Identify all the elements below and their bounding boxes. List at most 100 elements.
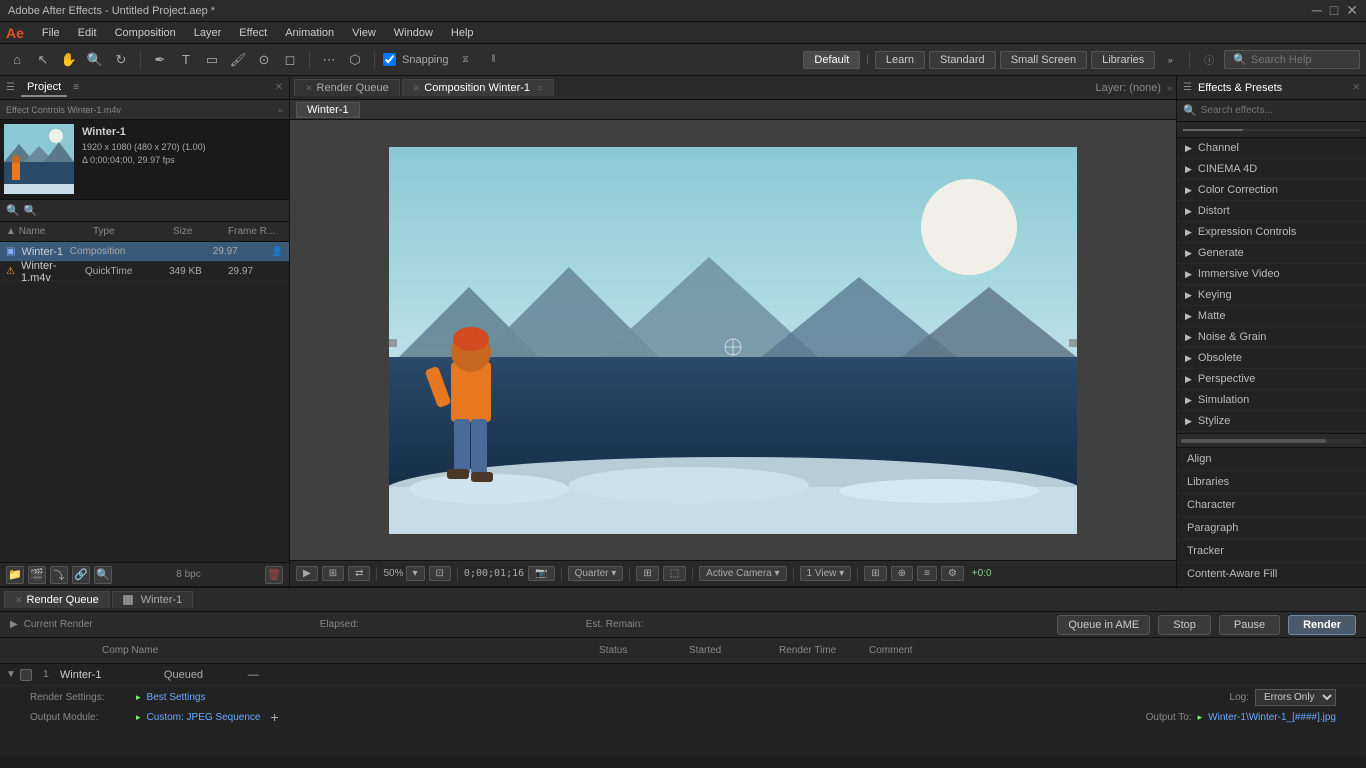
render-queue-tab[interactable]: ✕ Render Queue (4, 591, 110, 608)
effect-perspective[interactable]: ▶ Perspective (1177, 369, 1366, 390)
workspace-learn[interactable]: Learn (875, 51, 925, 69)
camera-view-dropdown[interactable]: Active Camera ▾ (699, 566, 786, 581)
effect-generate[interactable]: ▶ Generate (1177, 243, 1366, 264)
puppet-tool[interactable]: ⋯ (318, 49, 340, 71)
render-settings-value[interactable]: Best Settings (147, 692, 206, 703)
effect-cinema4d[interactable]: ▶ CINEMA 4D (1177, 159, 1366, 180)
menu-edit[interactable]: Edit (70, 25, 105, 41)
search-project-btn[interactable]: 🔍 (94, 566, 112, 584)
rq-tab-close[interactable]: ✕ (305, 83, 313, 94)
align-panel[interactable]: Align (1177, 448, 1366, 471)
pause-btn[interactable]: Pause (1219, 615, 1280, 635)
import-btn[interactable]: ⤵ (50, 566, 68, 584)
grid-btn[interactable]: ⊞ (636, 566, 658, 581)
output-to-arrow[interactable]: ▸ (1198, 712, 1203, 723)
stop-btn[interactable]: Stop (1158, 615, 1211, 635)
workspace-default[interactable]: Default (803, 51, 860, 69)
hand-tool[interactable]: ✋ (58, 49, 80, 71)
switch-btn[interactable]: ⇄ (348, 566, 370, 581)
transparency-btn[interactable]: ⬚ (663, 566, 686, 581)
render-settings-arrow[interactable]: ▸ (136, 692, 141, 703)
info-btn[interactable]: ⓘ (1198, 49, 1220, 71)
stamp-tool[interactable]: ⊙ (253, 49, 275, 71)
effect-expression-controls[interactable]: ▶ Expression Controls (1177, 222, 1366, 243)
content-aware-fill-panel[interactable]: Content-Aware Fill (1177, 563, 1366, 586)
dependencies-btn[interactable]: 🔗 (72, 566, 90, 584)
workspace-standard[interactable]: Standard (929, 51, 996, 69)
type-tool[interactable]: T (175, 49, 197, 71)
workspace-libraries[interactable]: Libraries (1091, 51, 1155, 69)
panel-menu-icon[interactable]: ☰ (6, 82, 15, 93)
effect-color-correction[interactable]: ▶ Color Correction (1177, 180, 1366, 201)
settings-btn[interactable]: ⚙ (941, 566, 964, 581)
new-comp-btn[interactable]: 🎬 (28, 566, 46, 584)
effect-simulation[interactable]: ▶ Simulation (1177, 390, 1366, 411)
render-queue-tab-top[interactable]: ✕ Render Queue (294, 79, 400, 96)
eraser-tool[interactable]: ◻ (279, 49, 301, 71)
effect-controls-tab[interactable]: Effect Controls Winter-1.m4v (6, 105, 121, 115)
effect-noise-grain[interactable]: ▶ Noise & Grain (1177, 327, 1366, 348)
layers-btn[interactable]: ≡ (917, 566, 937, 581)
viewport[interactable] (290, 120, 1176, 560)
output-module-value[interactable]: Custom: JPEG Sequence (147, 712, 261, 723)
snap-options[interactable]: ⧖ (455, 49, 477, 71)
character-panel[interactable]: Character (1177, 494, 1366, 517)
output-to-path[interactable]: Winter-1\Winter-1_[####].jpg (1208, 712, 1336, 723)
add-output-btn[interactable]: + (270, 709, 278, 725)
effect-obsolete[interactable]: ▶ Obsolete (1177, 348, 1366, 369)
frame-controls-btn[interactable]: ⊞ (322, 566, 344, 581)
delete-btn[interactable]: 🗑 (265, 566, 283, 584)
panel-expand[interactable]: ≡ (73, 82, 79, 93)
menu-window[interactable]: Window (386, 25, 441, 41)
winter1-comp-tab[interactable]: Winter-1 (112, 591, 194, 608)
queue-in-ame-btn[interactable]: Queue in AME (1057, 615, 1150, 635)
snapping-checkbox[interactable] (383, 53, 396, 66)
zoom-tool[interactable]: 🔍 (84, 49, 106, 71)
effect-immersive-video[interactable]: ▶ Immersive Video (1177, 264, 1366, 285)
workspace-more[interactable]: » (1159, 49, 1181, 71)
paragraph-panel[interactable]: Paragraph (1177, 517, 1366, 540)
camera-tool[interactable]: ⬡ (344, 49, 366, 71)
effect-controls-expand[interactable]: » (278, 105, 283, 115)
rq-row-checkbox[interactable] (20, 669, 32, 681)
composition-tab[interactable]: ✕ Composition Winter-1 = (402, 79, 555, 96)
project-search-input[interactable] (24, 205, 283, 217)
select-tool[interactable]: ↖ (32, 49, 54, 71)
expand-current-render[interactable]: ▶ (10, 619, 18, 630)
close-btn[interactable]: ✕ (1346, 2, 1358, 19)
tracker-panel[interactable]: Tracker (1177, 540, 1366, 563)
effect-keying[interactable]: ▶ Keying (1177, 285, 1366, 306)
comp-close-icon[interactable]: » (1167, 83, 1172, 93)
menu-effect[interactable]: Effect (231, 25, 275, 41)
sort-arrow[interactable]: ▲ (6, 226, 16, 237)
comp-tab-close[interactable]: ✕ (413, 83, 421, 94)
effects-close[interactable]: ✕ (1352, 82, 1360, 93)
menu-file[interactable]: File (34, 25, 68, 41)
winter-tab[interactable]: Winter-1 (296, 102, 360, 118)
shape-tool[interactable]: ▭ (201, 49, 223, 71)
effect-matte[interactable]: ▶ Matte (1177, 306, 1366, 327)
panel-close[interactable]: ✕ (275, 82, 283, 93)
log-dropdown[interactable]: Errors Only (1255, 689, 1336, 706)
render-btn[interactable]: Render (1288, 615, 1356, 635)
menu-layer[interactable]: Layer (186, 25, 230, 41)
fit-btn[interactable]: ⊡ (429, 566, 451, 581)
camera-btn[interactable]: 📷 (528, 566, 554, 581)
new-folder-btn[interactable]: 📁 (6, 566, 24, 584)
zoom-dropdown[interactable]: ▾ (406, 566, 425, 581)
rq-close-icon[interactable]: ✕ (15, 595, 23, 606)
menu-help[interactable]: Help (443, 25, 482, 41)
minimize-btn[interactable]: ─ (1312, 2, 1322, 19)
rotate-tool[interactable]: ↻ (110, 49, 132, 71)
effect-distort[interactable]: ▶ Distort (1177, 201, 1366, 222)
window-controls[interactable]: ─ □ ✕ (1312, 2, 1358, 19)
playback-controls-btn[interactable]: ▶ (296, 566, 318, 581)
menu-view[interactable]: View (344, 25, 384, 41)
effects-menu-icon[interactable]: ☰ (1183, 82, 1192, 93)
blend-btn[interactable]: ⊕ (891, 566, 913, 581)
workspace-small-screen[interactable]: Small Screen (1000, 51, 1087, 69)
effect-stylize[interactable]: ▶ Stylize (1177, 411, 1366, 432)
output-module-arrow[interactable]: ▸ (136, 712, 141, 723)
brush-tool[interactable]: 🖌 (227, 49, 249, 71)
project-tab[interactable]: Project (21, 79, 67, 97)
